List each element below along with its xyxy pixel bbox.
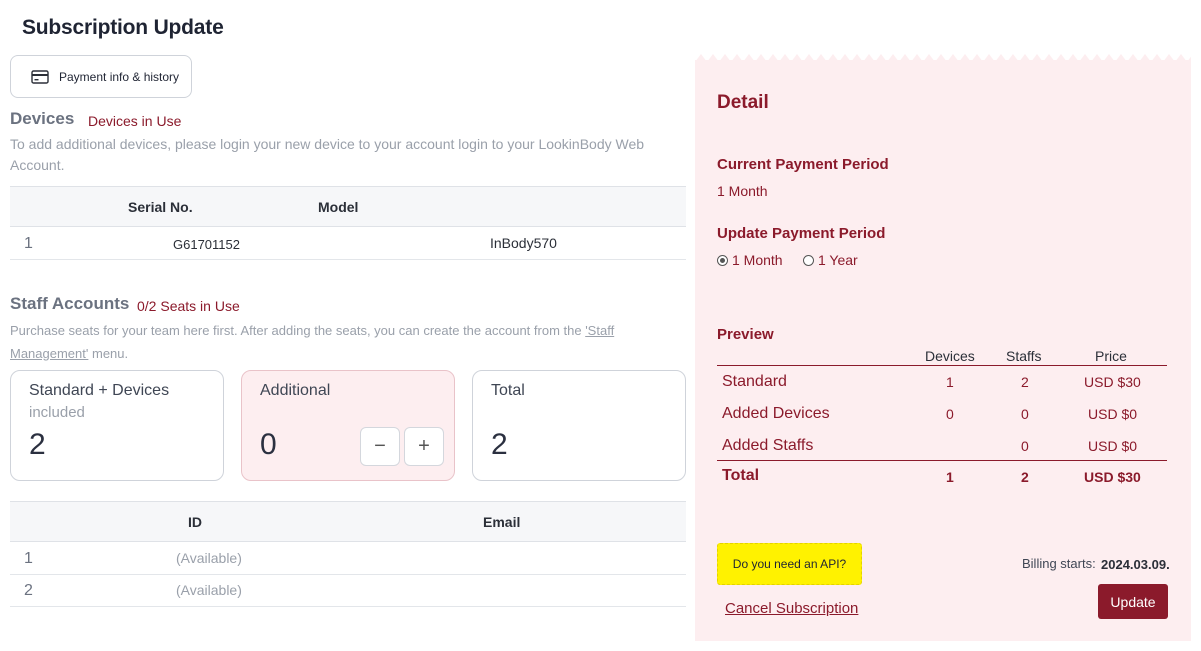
current-period-label: Current Payment Period: [717, 156, 889, 173]
card-subtitle: included: [29, 404, 85, 421]
plus-icon: +: [418, 435, 430, 457]
row-number: 1: [24, 235, 33, 252]
decrement-button[interactable]: −: [360, 427, 400, 466]
minus-icon: −: [374, 435, 386, 457]
card-title: Standard + Devices: [29, 382, 170, 399]
staff-description-tail: menu.: [88, 346, 129, 361]
increment-button[interactable]: +: [404, 427, 444, 466]
preview-row-price: USD $0: [1088, 406, 1138, 422]
billing-starts-label: Billing starts:: [1022, 556, 1096, 571]
payment-info-history-button[interactable]: Payment info & history: [10, 55, 192, 98]
preview-row-label: Added Devices: [722, 405, 830, 422]
api-request-button[interactable]: Do you need an API?: [717, 543, 862, 585]
preview-total-divider: [717, 460, 1167, 461]
staff-accounts-title: Staff Accounts: [10, 294, 130, 313]
table-row: 1 G61701152 InBody570: [10, 228, 686, 260]
preview-row-devices: 1: [946, 374, 954, 390]
radio-label: 1 Year: [818, 252, 858, 268]
col-email: Email: [483, 514, 521, 530]
radio-selected-icon: [717, 254, 728, 266]
preview-row-price: USD $30: [1084, 374, 1141, 390]
devices-in-use-badge: Devices in Use: [88, 113, 182, 129]
staff-id: (Available): [176, 550, 242, 566]
card-value: 2: [491, 428, 508, 461]
total-card: Total 2: [472, 370, 686, 481]
preview-col-devices: Devices: [925, 348, 975, 364]
preview-total-price: USD $30: [1084, 469, 1141, 485]
model-name: InBody570: [490, 235, 557, 251]
update-period-label: Update Payment Period: [717, 225, 886, 242]
preview-row-price: USD $0: [1088, 438, 1138, 454]
devices-title: Devices: [10, 109, 75, 128]
preview-row-staffs: 0: [1021, 406, 1029, 422]
detail-title: Detail: [717, 92, 769, 113]
staff-description: Purchase seats for your team here first.…: [10, 319, 670, 365]
preview-row-label: Standard: [722, 373, 787, 390]
serial-number: G61701152: [173, 237, 240, 252]
radio-label: 1 Month: [732, 252, 783, 268]
preview-total-label: Total: [722, 467, 760, 484]
row-number: 2: [24, 582, 33, 599]
billing-starts-date: 2024.03.09.: [1101, 557, 1170, 572]
credit-card-icon: [31, 69, 49, 84]
preview-row-staffs: 2: [1021, 374, 1029, 390]
table-row: 2 (Available): [10, 575, 686, 607]
devices-table-header: Serial No. Model: [10, 186, 686, 227]
update-button[interactable]: Update: [1098, 584, 1168, 619]
payment-info-label: Payment info & history: [59, 69, 180, 84]
card-title: Total: [491, 382, 525, 399]
card-title: Additional: [260, 382, 331, 399]
col-model: Model: [318, 199, 359, 215]
radio-unselected-icon: [803, 254, 814, 266]
preview-row-label: Added Staffs: [722, 437, 814, 454]
devices-description: To add additional devices, please login …: [10, 136, 645, 173]
staff-id: (Available): [176, 582, 242, 598]
table-row: 1 (Available): [10, 543, 686, 575]
radio-1-month[interactable]: 1 Month: [717, 252, 783, 268]
preview-total-devices: 1: [946, 469, 954, 485]
page-title: Subscription Update: [22, 16, 224, 39]
radio-1-year[interactable]: 1 Year: [803, 252, 858, 268]
card-value: 0: [260, 428, 277, 461]
standard-devices-card: Standard + Devices included 2: [10, 370, 224, 481]
preview-col-price: Price: [1095, 348, 1127, 364]
staff-description-text: Purchase seats for your team here first.…: [10, 323, 586, 338]
preview-divider: [717, 365, 1167, 366]
preview-col-staffs: Staffs: [1006, 348, 1042, 364]
col-id: ID: [188, 514, 202, 530]
col-serial: Serial No.: [128, 199, 193, 215]
preview-row-devices: 0: [946, 406, 954, 422]
staff-table-header: ID Email: [10, 501, 686, 542]
row-number: 1: [24, 550, 33, 567]
additional-card: Additional 0 − +: [241, 370, 455, 481]
cancel-subscription-link[interactable]: Cancel Subscription: [725, 600, 858, 617]
preview-row-staffs: 0: [1021, 438, 1029, 454]
seats-in-use-badge: 0/2 Seats in Use: [137, 298, 240, 314]
preview-title: Preview: [717, 326, 774, 343]
card-value: 2: [29, 428, 46, 461]
current-period-value: 1 Month: [717, 183, 768, 199]
preview-total-staffs: 2: [1021, 469, 1029, 485]
